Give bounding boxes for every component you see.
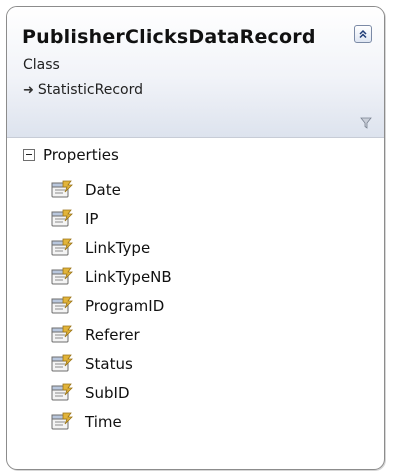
- property-label: Status: [85, 354, 133, 373]
- property-item[interactable]: LinkType: [49, 233, 172, 262]
- property-icon: [51, 180, 73, 197]
- property-label: ProgramID: [85, 296, 165, 315]
- property-label: SubID: [85, 383, 130, 402]
- property-icon: [51, 267, 73, 284]
- filter-button[interactable]: [360, 114, 372, 133]
- property-item[interactable]: LinkTypeNB: [49, 262, 172, 291]
- class-stereotype: Class: [23, 57, 60, 73]
- property-list: Date IP LinkType LinkTypeNB ProgramID Referer…: [49, 175, 172, 436]
- property-item[interactable]: IP: [49, 204, 172, 233]
- property-icon: [51, 238, 73, 255]
- property-label: IP: [85, 209, 99, 228]
- property-label: Time: [85, 412, 122, 431]
- property-icon: [51, 209, 73, 226]
- funnel-icon: [360, 117, 372, 129]
- property-item[interactable]: SubID: [49, 378, 172, 407]
- property-icon: [51, 296, 73, 313]
- properties-section-label: Properties: [43, 146, 119, 164]
- property-label: LinkType: [85, 238, 151, 257]
- property-label: Referer: [85, 325, 140, 344]
- property-label: LinkTypeNB: [85, 267, 172, 286]
- base-class-name: StatisticRecord: [37, 82, 143, 98]
- property-icon: [51, 354, 73, 371]
- property-item[interactable]: Referer: [49, 320, 172, 349]
- property-label: Date: [85, 180, 121, 199]
- base-class-row: ➜ StatisticRecord: [23, 82, 143, 98]
- inheritance-arrow-icon: ➜: [23, 82, 34, 98]
- double-chevron-up-icon: [359, 29, 367, 39]
- properties-section-header[interactable]: Properties: [23, 146, 119, 164]
- class-name[interactable]: PublisherClicksDataRecord: [22, 26, 316, 48]
- property-item[interactable]: Date: [49, 175, 172, 204]
- property-item[interactable]: Status: [49, 349, 172, 378]
- property-item[interactable]: ProgramID: [49, 291, 172, 320]
- collapse-button[interactable]: [354, 25, 372, 43]
- property-icon: [51, 383, 73, 400]
- class-header: PublisherClicksDataRecord Class ➜ Statis…: [7, 7, 384, 138]
- property-item[interactable]: Time: [49, 407, 172, 436]
- class-shape[interactable]: PublisherClicksDataRecord Class ➜ Statis…: [6, 6, 385, 470]
- minus-box-icon[interactable]: [23, 149, 35, 161]
- property-icon: [51, 412, 73, 429]
- property-icon: [51, 325, 73, 342]
